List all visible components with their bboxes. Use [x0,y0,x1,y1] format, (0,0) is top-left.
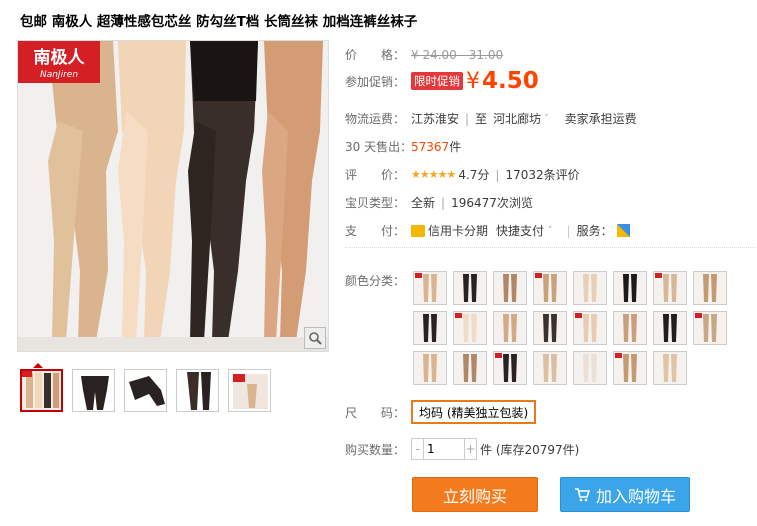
shipping-fee: 卖家承担运费 [564,112,637,126]
color-swatch-11[interactable] [493,311,527,345]
item-condition: 全新 [411,196,436,210]
color-label: 颜色分类： [345,274,406,288]
stock-info: 件 (库存20797件) [480,442,580,457]
sales-label: 30 天售出： [345,140,413,154]
color-swatch-3[interactable] [493,271,527,305]
color-swatch-4[interactable] [533,271,567,305]
view-count: 196477次浏览 [451,196,533,210]
service-guarantee-icon[interactable] [616,224,630,237]
size-option-selected[interactable]: 均码 (精美独立包装) [411,400,537,424]
type-label: 宝贝类型： [345,196,406,210]
promo-badge: 限时促销 [411,72,463,90]
product-info-panel: 价 格： ¥ 24.00 - 31.00 参加促销： 限时促销 ¥ 4.50 物… [345,0,755,526]
color-swatch-5[interactable] [573,271,607,305]
buy-now-button[interactable]: 立刻购买 [412,477,538,512]
color-swatch-16[interactable] [693,311,727,345]
credit-card-icon [411,224,425,237]
color-swatch-7[interactable] [653,271,687,305]
sales-count: 57367 [411,139,450,154]
color-swatch-12[interactable] [533,311,567,345]
size-label: 尺 码： [345,405,406,420]
payment-label: 支 付： [345,224,406,238]
color-swatch-10[interactable] [453,311,487,345]
buy-now-label: 立刻购买 [442,486,507,506]
color-swatch-1[interactable] [413,271,447,305]
rating-label: 评 价： [345,168,406,182]
zoom-icon[interactable] [304,327,326,349]
thumbnail-selected-arrow [33,363,43,368]
service-label: 服务： [576,224,613,238]
promo-currency: ¥ [466,68,480,94]
color-swatch-18[interactable] [453,351,487,385]
original-price: ¥ 24.00 - 31.00 [411,47,504,62]
main-product-image[interactable]: 南极人 NanJiren [17,40,329,352]
brand-logo-main: 南极人 [34,47,86,68]
chevron-down-icon[interactable]: ˅ [548,226,553,236]
color-swatch-grid [413,271,733,385]
rating-stars: ★★★★★ [411,168,456,181]
type-row: 宝贝类型： 全新 | 196477次浏览 [345,194,533,211]
thumbnail-3[interactable] [124,369,167,412]
shipping-destination[interactable]: 河北廊坊 [493,110,541,127]
shipping-label: 物流运费： [345,112,406,126]
promo-row: 参加促销： 限时促销 ¥ 4.50 [345,68,539,94]
shipping-row: 物流运费： 江苏淮安 | 至 河北廊坊 ˅ 卖家承担运费 [345,110,637,127]
quantity-stepper: - 1 + [411,438,477,460]
thumbnail-strip [20,369,271,412]
shipping-from: 江苏淮安 [411,112,460,126]
thumbnail-1[interactable] [20,369,63,412]
color-swatch-9[interactable] [413,311,447,345]
color-swatch-15[interactable] [653,311,687,345]
rating-separator: | [495,167,500,182]
promo-label: 参加促销： [345,74,406,89]
rating-score: 4.7分 [458,168,490,182]
cart-icon [574,487,590,501]
quantity-decrease-button[interactable]: - [412,439,424,459]
color-swatch-23[interactable] [653,351,687,385]
quantity-label: 购买数量： [345,442,406,457]
thumbnail-5[interactable] [228,369,271,412]
color-swatch-17[interactable] [413,351,447,385]
color-swatch-21[interactable] [573,351,607,385]
price-label: 价 格： [345,48,406,62]
color-swatch-13[interactable] [573,311,607,345]
thumbnail-4[interactable] [176,369,219,412]
color-swatch-2[interactable] [453,271,487,305]
chevron-down-icon[interactable]: ˅ [544,114,549,124]
shipping-to-prefix: 至 [475,112,488,126]
add-to-cart-button[interactable]: 加入购物车 [560,477,690,512]
color-swatch-19[interactable] [493,351,527,385]
quantity-input[interactable]: 1 [424,442,464,456]
quick-pay[interactable]: 快捷支付 [496,222,544,239]
quantity-increase-button[interactable]: + [464,439,476,459]
promo-price: 4.50 [482,68,539,94]
sales-row: 30 天售出： 57367 件 [345,138,461,155]
quantity-row: 购买数量： - 1 + 件 (库存20797件) [345,438,579,460]
color-swatch-6[interactable] [613,271,647,305]
shipping-separator: | [465,111,470,126]
thumbnail-2[interactable] [72,369,115,412]
color-swatch-22[interactable] [613,351,647,385]
rating-row: 评 价： ★★★★★ 4.7分 | 17032条评价 [345,166,580,183]
payment-row: 支 付： 信用卡分期 快捷支付 ˅ | 服务： [345,222,630,239]
credit-installment[interactable]: 信用卡分期 [428,222,488,239]
color-swatch-14[interactable] [613,311,647,345]
color-swatch-20[interactable] [533,351,567,385]
sales-unit: 件 [449,140,462,154]
brand-logo-sub: NanJiren [40,70,78,80]
size-row: 尺 码： 均码 (精美独立包装) [345,400,537,424]
review-count[interactable]: 17032条评价 [505,166,579,183]
color-swatch-8[interactable] [693,271,727,305]
product-photo: 南极人 NanJiren [18,41,328,351]
type-separator: | [441,195,446,210]
add-to-cart-label: 加入购物车 [595,486,676,506]
price-row: 价 格： ¥ 24.00 - 31.00 [345,46,503,63]
divider [345,247,755,248]
